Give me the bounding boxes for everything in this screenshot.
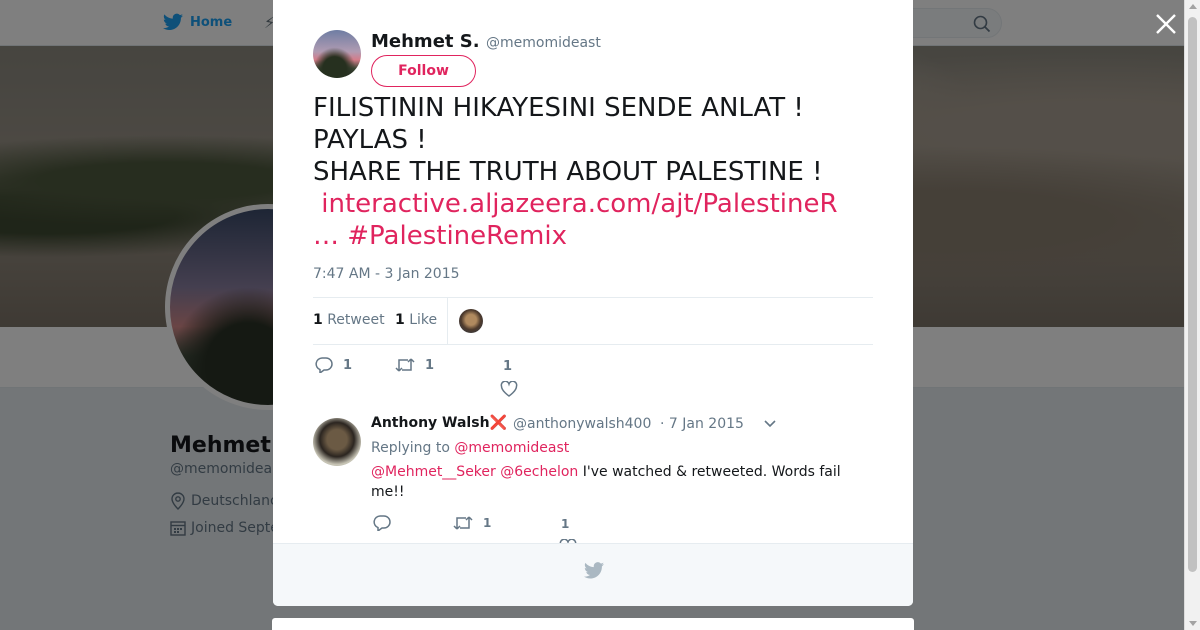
tweet-hashtag[interactable]: #PalestineRemix <box>347 221 567 251</box>
reply-retweet-count: 1 <box>483 516 492 530</box>
retweet-stat[interactable]: 1 Retweet <box>313 312 385 328</box>
reply-author-name-text: Anthony Walsh <box>371 415 490 431</box>
scroll-up-arrow[interactable] <box>1189 4 1197 9</box>
reply-mention[interactable]: @Mehmet__Seker <box>371 464 496 480</box>
reply-author-avatar[interactable] <box>313 418 361 466</box>
reply-count: 1 <box>343 357 353 373</box>
next-card <box>272 618 914 630</box>
reply-like-count: 1 <box>561 517 570 531</box>
retweet-icon <box>395 358 415 372</box>
scrollbar[interactable] <box>1184 0 1200 630</box>
tweet-text-line: FILISTININ HIKAYESINI SENDE ANLAT ! <box>313 93 804 123</box>
twitter-bird-icon <box>584 562 604 579</box>
heart-icon[interactable] <box>500 381 518 397</box>
reply-text: @Mehmet__Seker @6echelon I've watched & … <box>371 462 861 502</box>
modal-footer <box>273 543 913 606</box>
follow-button[interactable]: Follow <box>371 55 476 87</box>
tweet-stats: 1 Retweet 1 Like <box>313 297 873 345</box>
tweet-link-ellipsis[interactable]: … <box>313 221 339 251</box>
tweet-text-line: SHARE THE TRUTH ABOUT PALESTINE ! <box>313 157 823 187</box>
replying-to: Replying to @memomideast <box>371 440 569 456</box>
retweet-stat-label: Retweet <box>327 312 385 328</box>
reply-author-badge: ❌ <box>489 415 507 431</box>
replying-to-label: Replying to <box>371 440 450 456</box>
scrollbar-thumb[interactable] <box>1188 17 1197 572</box>
reply-icon <box>315 357 333 373</box>
stats-divider <box>447 298 448 344</box>
tweet-link[interactable]: interactive.aljazeera.com/ajt/PalestineR <box>321 189 837 219</box>
close-icon[interactable] <box>1153 11 1179 37</box>
reply-author-handle[interactable]: @anthonywalsh400 <box>513 416 651 432</box>
reply-author-name[interactable]: Anthony Walsh❌ <box>371 415 507 431</box>
like-stat-count: 1 <box>395 312 405 328</box>
reply-reply-button[interactable] <box>373 515 391 531</box>
retweet-button[interactable]: 1 <box>395 357 434 373</box>
tweet-modal: Mehmet S. @memomideast Follow FILISTININ… <box>273 0 913 606</box>
reply-icon <box>373 515 391 531</box>
liker-avatar[interactable] <box>459 309 483 333</box>
reply-button[interactable]: 1 <box>315 357 352 373</box>
like-count: 1 <box>503 359 513 374</box>
reply-retweet-button[interactable]: 1 <box>453 515 491 531</box>
author-avatar[interactable] <box>313 30 361 78</box>
retweet-icon <box>453 516 473 530</box>
retweet-stat-count: 1 <box>313 312 323 328</box>
like-stat[interactable]: 1 Like <box>395 312 437 328</box>
reply-date[interactable]: · 7 Jan 2015 <box>660 416 744 432</box>
author-name[interactable]: Mehmet S. <box>371 31 480 52</box>
close-button[interactable] <box>1153 11 1179 37</box>
tweet-timestamp[interactable]: 7:47 AM - 3 Jan 2015 <box>313 266 460 282</box>
retweet-count: 1 <box>425 357 435 373</box>
chevron-down-icon[interactable] <box>763 419 777 429</box>
tweet-text-line: PAYLAS ! <box>313 125 427 155</box>
scroll-down-arrow[interactable] <box>1189 621 1197 626</box>
author-handle[interactable]: @memomideast <box>486 35 601 51</box>
tweet-text: FILISTININ HIKAYESINI SENDE ANLAT ! PAYL… <box>313 92 873 252</box>
reply-mention[interactable]: @6echelon <box>500 464 578 480</box>
replying-to-handle[interactable]: @memomideast <box>454 440 569 456</box>
like-stat-label: Like <box>409 312 438 328</box>
